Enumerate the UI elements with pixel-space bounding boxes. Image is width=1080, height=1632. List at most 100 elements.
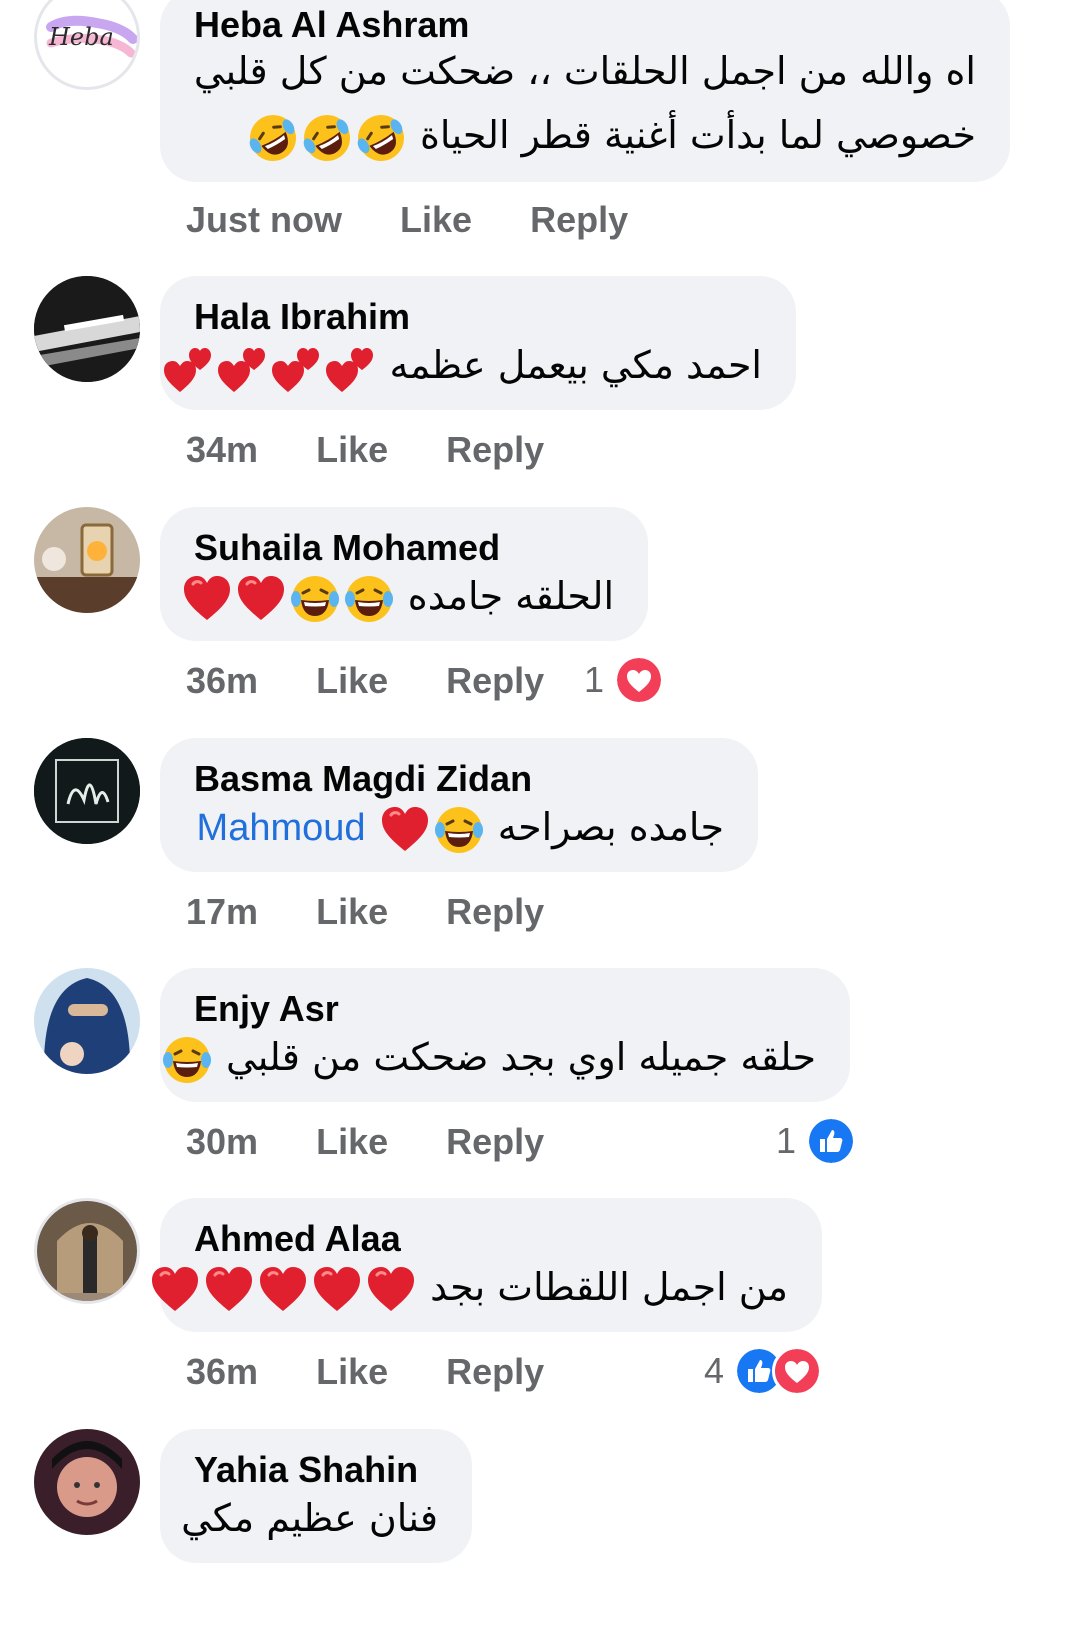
comment-time[interactable]: 17m <box>186 891 258 932</box>
avatar-image <box>37 1201 137 1301</box>
like-button[interactable]: Like <box>316 891 388 932</box>
reaction-summary[interactable]: 1 <box>584 655 665 705</box>
comment-time[interactable]: 36m <box>186 660 258 701</box>
like-button[interactable]: Like <box>316 1351 388 1392</box>
comment-item: Enjy Asr حلقه جميله اوي بجد ضحكت من قلبي… <box>0 968 1080 1178</box>
comment-bubble: Ahmed Alaa من اجمل اللقطات بجد <box>160 1198 822 1332</box>
reaction-count: 1 <box>584 659 605 700</box>
reply-button[interactable]: Reply <box>446 1351 544 1392</box>
comment-author[interactable]: Yahia Shahin <box>194 1449 418 1491</box>
avatar[interactable] <box>34 738 140 844</box>
laughing-tears-emoji-icon <box>289 573 341 625</box>
comment-text: الحلقه جامده <box>180 565 614 627</box>
emoji-list <box>366 805 486 849</box>
comment-author[interactable]: Ahmed Alaa <box>194 1218 401 1260</box>
comment-meta: 34m Like Reply <box>186 428 544 472</box>
comment-text: اه والله من اجمل الحلقات ،، ضحكت من كل ق… <box>193 49 976 93</box>
reply-button[interactable]: Reply <box>446 429 544 470</box>
avatar[interactable] <box>34 968 140 1074</box>
comment-bubble: Yahia Shahin فنان عظيم مكي <box>160 1429 472 1563</box>
like-button[interactable]: Like <box>316 1121 388 1162</box>
comment-bubble: Basma Magdi Zidan جامده بصراحه Mahmoud <box>160 738 758 872</box>
emoji-list <box>161 343 377 387</box>
like-button[interactable]: Like <box>400 199 472 240</box>
comment-author[interactable]: Hala Ibrahim <box>194 296 410 338</box>
red-heart-emoji-icon <box>181 573 233 625</box>
like-button[interactable]: Like <box>316 660 388 701</box>
reply-button[interactable]: Reply <box>446 891 544 932</box>
comment-text: فنان عظيم مكي <box>181 1496 438 1540</box>
red-heart-emoji-icon <box>257 1264 309 1316</box>
comment-item: Suhaila Mohamed الحلقه جامده 36m Like Re… <box>0 507 1080 717</box>
laughing-tears-emoji-icon <box>343 573 395 625</box>
comment-text: حلقه جميله اوي بجد ضحكت من قلبي <box>160 1026 816 1088</box>
red-heart-emoji-icon <box>365 1264 417 1316</box>
love-reaction-icon <box>772 1346 823 1396</box>
avatar[interactable] <box>34 1198 140 1304</box>
two-hearts-emoji-icon <box>216 342 268 394</box>
avatar[interactable] <box>34 276 140 382</box>
mention-link[interactable]: Mahmoud <box>197 807 366 849</box>
laughing-tears-emoji-icon <box>161 1034 213 1086</box>
comment-meta: 17m Like Reply <box>186 890 544 934</box>
avatar[interactable]: Heba <box>34 0 140 90</box>
two-hearts-emoji-icon <box>324 342 376 394</box>
reply-button[interactable]: Reply <box>530 199 628 240</box>
red-heart-emoji-icon <box>379 804 431 856</box>
avatar[interactable] <box>34 1429 140 1535</box>
comment-item: Heba Heba Al Ashram اه والله من اجمل الح… <box>0 0 1080 250</box>
heba-logo: Heba <box>46 15 137 58</box>
avatar-image <box>34 507 140 613</box>
reaction-summary[interactable]: 4 <box>704 1346 823 1396</box>
comment-item: Yahia Shahin فنان عظيم مكي <box>0 1429 1080 1632</box>
emoji-list <box>246 113 408 157</box>
comment-item: Basma Magdi Zidan جامده بصراحه Mahmoud 1… <box>0 738 1080 948</box>
comment-time[interactable]: 36m <box>186 1351 258 1392</box>
comment-item: Hala Ibrahim احمد مكي بيعمل عظمه 34m Lik… <box>0 276 1080 486</box>
two-hearts-emoji-icon <box>162 342 214 394</box>
reply-button[interactable]: Reply <box>446 1121 544 1162</box>
comment-text: من اجمل اللقطات بجد <box>148 1256 788 1318</box>
comment-item: Ahmed Alaa من اجمل اللقطات بجد 36m Like … <box>0 1198 1080 1408</box>
rolling-laughing-emoji-icon <box>301 112 353 164</box>
red-heart-emoji-icon <box>149 1264 201 1316</box>
comment-bubble: Heba Al Ashram اه والله من اجمل الحلقات … <box>160 0 1010 182</box>
comment-time[interactable]: 30m <box>186 1121 258 1162</box>
rolling-laughing-emoji-icon <box>247 112 299 164</box>
reply-button[interactable]: Reply <box>446 660 544 701</box>
avatar-image <box>34 968 140 1074</box>
comment-author[interactable]: Enjy Asr <box>194 988 339 1030</box>
comment-time[interactable]: 34m <box>186 429 258 470</box>
laughing-tears-emoji-icon <box>433 804 485 856</box>
comment-bubble: Enjy Asr حلقه جميله اوي بجد ضحكت من قلبي <box>160 968 850 1102</box>
comment-meta: 36m Like Reply <box>186 1350 544 1394</box>
comment-bubble: Suhaila Mohamed الحلقه جامده <box>160 507 648 641</box>
avatar-image <box>34 1429 140 1535</box>
like-button[interactable]: Like <box>316 429 388 470</box>
avatar-image <box>34 738 140 844</box>
comment-author[interactable]: Suhaila Mohamed <box>194 527 500 569</box>
emoji-list <box>180 574 396 618</box>
comment-meta: Just now Like Reply <box>186 198 628 242</box>
svg-text:Heba: Heba <box>48 23 114 51</box>
comment-text: احمد مكي بيعمل عظمه <box>161 334 762 396</box>
reaction-count: 4 <box>704 1350 725 1391</box>
avatar[interactable] <box>34 507 140 613</box>
emoji-list <box>160 1035 214 1079</box>
comment-meta: 36m Like Reply <box>186 659 544 703</box>
avatar-image <box>34 276 140 382</box>
reaction-summary[interactable]: 1 <box>776 1116 857 1166</box>
rolling-laughing-emoji-icon <box>355 112 407 164</box>
emoji-list <box>148 1265 418 1309</box>
love-reaction-icon <box>614 655 665 705</box>
comment-bubble: Hala Ibrahim احمد مكي بيعمل عظمه <box>160 276 796 410</box>
reaction-count: 1 <box>776 1120 797 1161</box>
comment-author[interactable]: Basma Magdi Zidan <box>194 758 532 800</box>
red-heart-emoji-icon <box>311 1264 363 1316</box>
comment-text: جامده بصراحه Mahmoud <box>197 796 724 859</box>
red-heart-emoji-icon <box>203 1264 255 1316</box>
two-hearts-emoji-icon <box>270 342 322 394</box>
comment-text-line2: خصوصي لما بدأت أغنية قطر الحياة <box>246 104 976 166</box>
comment-meta: 30m Like Reply <box>186 1120 544 1164</box>
comment-time[interactable]: Just now <box>186 199 342 240</box>
